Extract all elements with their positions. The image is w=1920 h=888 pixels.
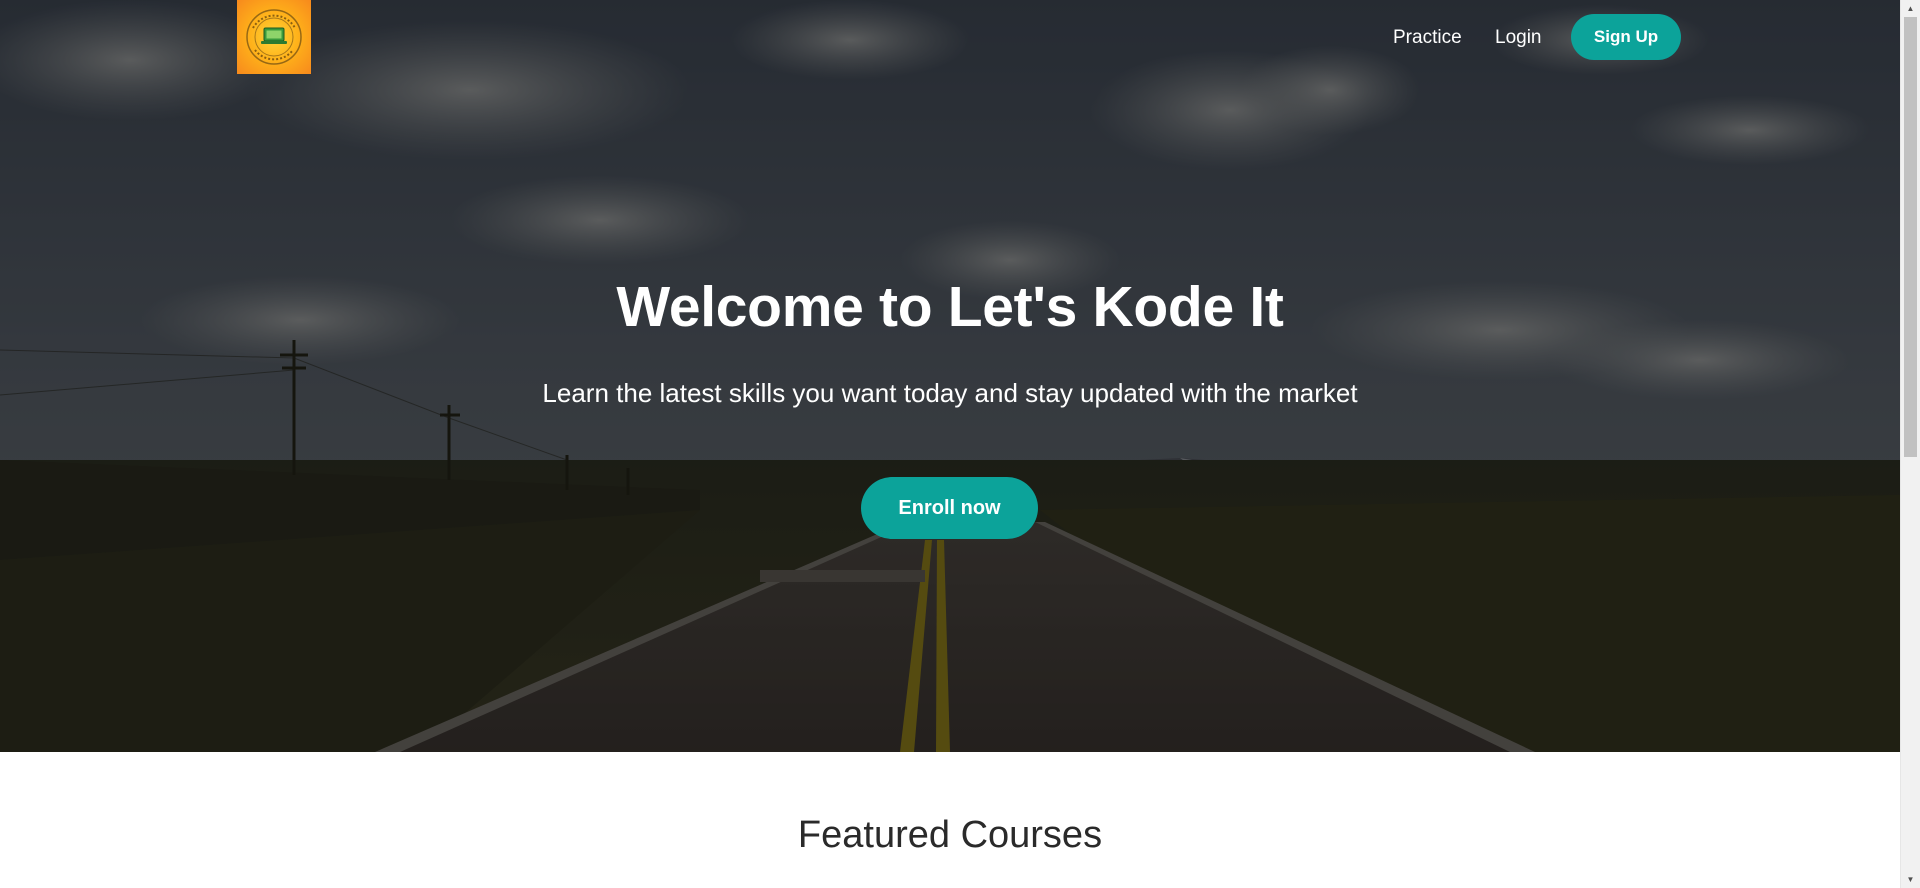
hero-section: Practice Login Sign Up Welcome to Let's … <box>0 0 1900 752</box>
top-navbar: Practice Login Sign Up <box>0 0 1900 80</box>
enroll-now-button[interactable]: Enroll now <box>861 477 1038 539</box>
scrollbar-thumb[interactable] <box>1904 17 1917 457</box>
sign-up-button[interactable]: Sign Up <box>1571 14 1681 60</box>
scroll-up-arrow-icon[interactable]: ▲ <box>1901 0 1920 17</box>
site-logo[interactable] <box>237 0 311 74</box>
hero-subtitle: Learn the latest skills you want today a… <box>542 378 1358 408</box>
logo-badge-icon <box>246 9 302 65</box>
vertical-scrollbar[interactable]: ▲ ▼ <box>1900 0 1920 888</box>
featured-courses-heading: Featured Courses <box>797 814 1103 856</box>
scroll-down-arrow-icon[interactable]: ▼ <box>1901 871 1920 888</box>
nav-link-login[interactable]: Login <box>1495 24 1542 52</box>
hero-title: Welcome to Let's Kode It <box>616 275 1284 339</box>
page: Practice Login Sign Up Welcome to Let's … <box>0 0 1900 888</box>
nav-link-practice[interactable]: Practice <box>1393 24 1462 52</box>
